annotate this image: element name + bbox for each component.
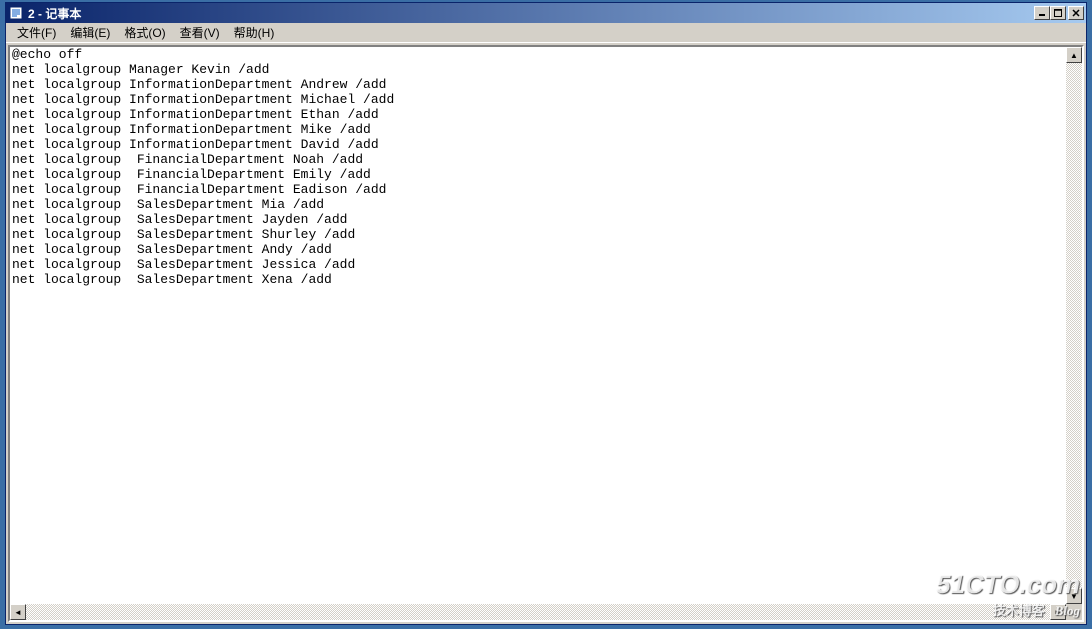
menu-edit[interactable]: 编辑(E) [63, 22, 117, 43]
menu-format[interactable]: 格式(O) [117, 22, 172, 43]
minimize-button[interactable] [1034, 6, 1050, 20]
scroll-left-button[interactable]: ◄ [10, 604, 26, 620]
window-title: 2 - 记事本 [28, 5, 1034, 22]
scroll-up-button[interactable]: ▲ [1066, 47, 1082, 63]
menubar: 文件(F) 编辑(E) 格式(O) 查看(V) 帮助(H) [6, 23, 1086, 43]
notepad-window: 2 - 记事本 文件(F) 编辑(E) 格式(O) 查看(V) 帮助(H) @e… [5, 2, 1087, 625]
scroll-track-h[interactable] [26, 604, 1050, 620]
text-editor[interactable]: @echo off net localgroup Manager Kevin /… [10, 47, 1066, 604]
notepad-icon [8, 5, 24, 21]
editor-frame: @echo off net localgroup Manager Kevin /… [8, 45, 1084, 622]
vertical-scrollbar[interactable]: ▲ ▼ [1066, 47, 1082, 604]
scroll-right-button[interactable]: ► [1050, 604, 1066, 620]
close-button[interactable] [1068, 6, 1084, 20]
menu-view[interactable]: 查看(V) [173, 22, 227, 43]
menu-file[interactable]: 文件(F) [10, 22, 63, 43]
menu-help[interactable]: 帮助(H) [227, 22, 282, 43]
scroll-track-v[interactable] [1066, 63, 1082, 588]
horizontal-scrollbar[interactable]: ◄ ► [10, 604, 1066, 620]
maximize-button[interactable] [1050, 6, 1066, 20]
window-controls [1034, 6, 1084, 20]
titlebar[interactable]: 2 - 记事本 [6, 3, 1086, 23]
scroll-corner [1066, 604, 1082, 620]
scroll-down-button[interactable]: ▼ [1066, 588, 1082, 604]
